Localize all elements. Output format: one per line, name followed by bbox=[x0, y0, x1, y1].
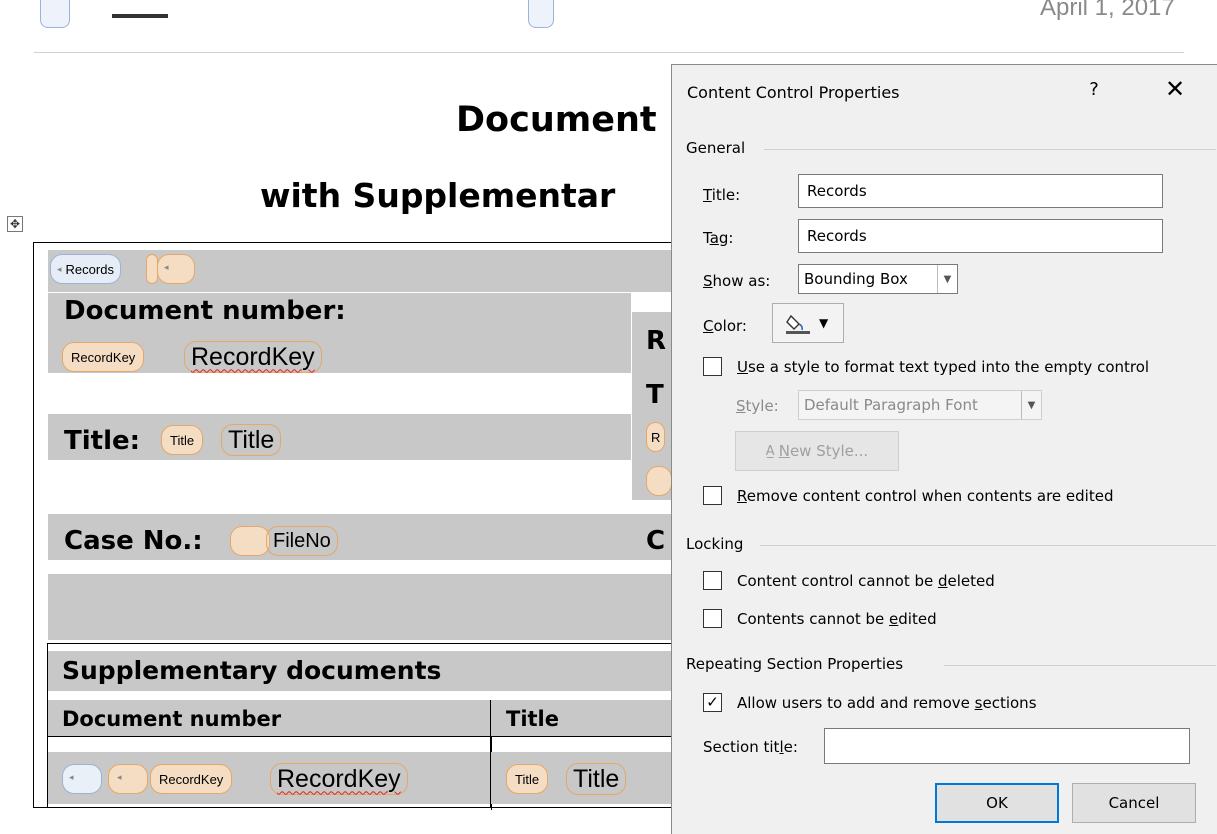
supp-title-cc-content[interactable]: Title bbox=[566, 763, 627, 795]
remove-cc-label: Remove content control when contents are… bbox=[737, 487, 1114, 505]
case-label: Case No.: bbox=[64, 526, 203, 556]
color-picker-button[interactable]: ▼ bbox=[772, 303, 844, 343]
supp-section-cc[interactable]: ◂ bbox=[62, 764, 102, 794]
title-label: Title: bbox=[64, 426, 141, 456]
tag-field[interactable]: Records bbox=[798, 219, 1163, 253]
content-control-properties-dialog: Content Control Properties ? ✕ General T… bbox=[671, 64, 1217, 834]
section-title-label: Section title: bbox=[703, 738, 798, 756]
cannot-delete-checkbox[interactable] bbox=[703, 571, 722, 590]
ok-button[interactable]: OK bbox=[935, 783, 1059, 823]
chevron-down-icon: ▼ bbox=[1021, 391, 1041, 419]
col-document-number: Document number bbox=[62, 707, 282, 731]
title-cc-tag[interactable]: Title bbox=[161, 425, 204, 455]
tag-field-label: Tag: bbox=[703, 229, 734, 247]
cannot-delete-label: Content control cannot be deleted bbox=[737, 572, 995, 590]
cannot-edit-label: Contents cannot be edited bbox=[737, 610, 937, 628]
recordkey-cc-tag[interactable]: RecordKey bbox=[62, 342, 145, 372]
supp-recordkey-cc-tag[interactable]: RecordKey bbox=[150, 764, 233, 794]
title-field-label: Title: bbox=[703, 186, 741, 204]
col-title: Title bbox=[506, 707, 560, 731]
chevron-down-icon: ▼ bbox=[819, 316, 829, 330]
general-group-label: General bbox=[686, 139, 746, 157]
header-divider bbox=[34, 52, 1184, 53]
supplementary-heading: Supplementary documents bbox=[62, 656, 442, 685]
help-icon[interactable]: ? bbox=[1084, 79, 1104, 100]
use-style-checkbox[interactable] bbox=[703, 357, 722, 376]
fileno-cc-content[interactable]: FileNo bbox=[266, 526, 338, 556]
header-date: April 1, 2017 bbox=[1040, 0, 1175, 21]
supp-recordkey-cc-content[interactable]: RecordKey bbox=[270, 763, 408, 795]
cannot-edit-checkbox[interactable] bbox=[703, 609, 722, 628]
style-select[interactable]: Default Paragraph Font ▼ bbox=[798, 390, 1042, 420]
records-item-cc[interactable]: ◂ bbox=[157, 254, 195, 284]
new-style-button[interactable]: A̲ New Style... bbox=[735, 431, 899, 471]
dialog-title: Content Control Properties bbox=[687, 83, 900, 102]
supp-title-cc-tag[interactable]: Title bbox=[506, 764, 549, 794]
records-cc-tag[interactable]: ◂ Records bbox=[50, 254, 121, 284]
recordkey-cc-content[interactable]: RecordKey bbox=[184, 341, 322, 373]
cancel-button[interactable]: Cancel bbox=[1072, 783, 1196, 823]
section-title-field[interactable] bbox=[824, 728, 1190, 764]
header-logo bbox=[0, 0, 560, 32]
use-style-label: Use a style to format text typed into th… bbox=[737, 358, 1150, 376]
records-row-shading bbox=[48, 250, 673, 292]
allow-sections-label: Allow users to add and remove sections bbox=[737, 694, 1037, 712]
show-as-label: Show as: bbox=[703, 272, 771, 290]
paint-bucket-icon bbox=[786, 314, 810, 334]
new-style-icon: A̲ bbox=[765, 443, 775, 459]
allow-sections-checkbox[interactable]: ✓ bbox=[703, 693, 722, 712]
show-as-select[interactable]: Bounding Box ▼ bbox=[798, 264, 958, 294]
doc-number-label: Document number: bbox=[64, 296, 346, 326]
table-move-handle-icon[interactable]: ✥ bbox=[7, 216, 23, 232]
style-label: Style: bbox=[736, 397, 779, 415]
title-cc-content[interactable]: Title bbox=[221, 424, 282, 456]
close-icon[interactable]: ✕ bbox=[1160, 75, 1190, 103]
title-field[interactable]: Records bbox=[798, 174, 1163, 208]
color-label: Color: bbox=[703, 317, 747, 335]
doc-heading-line1: Document bbox=[456, 100, 657, 140]
repeating-group-label: Repeating Section Properties bbox=[686, 655, 904, 673]
locking-group-label: Locking bbox=[686, 535, 744, 553]
doc-heading-line2: with Supplementar bbox=[260, 176, 616, 215]
chevron-down-icon: ▼ bbox=[937, 265, 957, 293]
remove-cc-checkbox[interactable] bbox=[703, 486, 722, 505]
